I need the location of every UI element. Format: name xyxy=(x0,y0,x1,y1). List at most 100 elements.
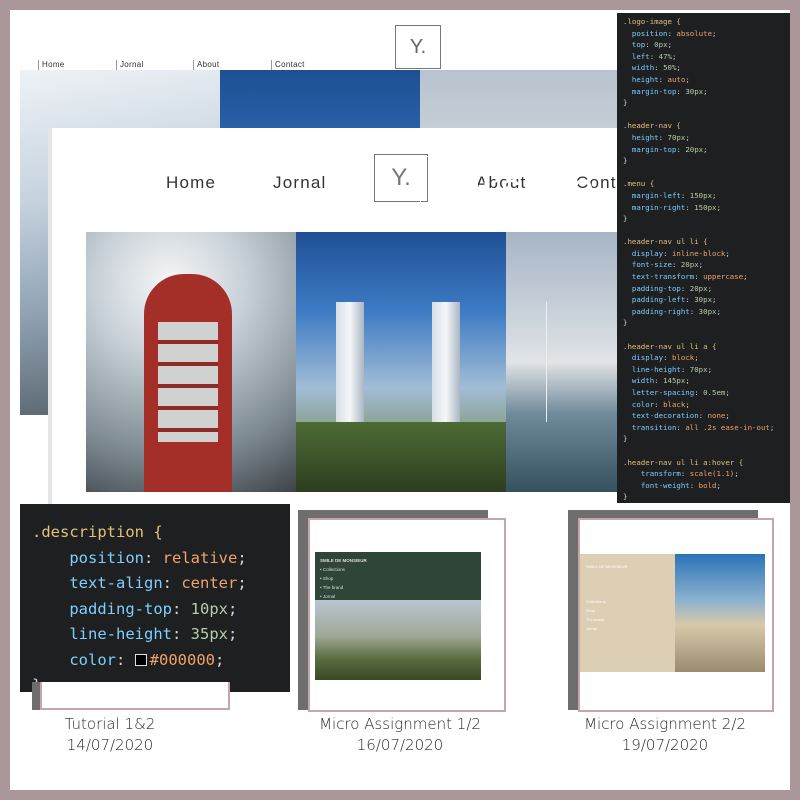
code-semicolon: ; xyxy=(685,399,690,409)
code-line: } xyxy=(623,213,784,225)
tutorial-thumbnail[interactable] xyxy=(40,682,230,710)
code-value: absolute xyxy=(676,28,713,38)
code-colon: : xyxy=(671,260,681,270)
code-value: scale(1.1) xyxy=(689,469,735,479)
nav-jornal[interactable]: Jornal xyxy=(273,173,327,193)
micro-assignment-1-thumbnail[interactable]: SMILE DE MONSIEUR • Collections • Shop •… xyxy=(308,518,506,712)
code-line: width: 145px; xyxy=(623,375,784,387)
code-selector: .header-nav ul li a:hover { xyxy=(623,457,744,467)
thumb3-menu-item: Jornal xyxy=(586,626,597,631)
code-property: position xyxy=(69,548,144,567)
css-code-panel-description: .description { position: relative; text-… xyxy=(20,504,290,694)
code-value: center xyxy=(181,574,238,592)
code-colon: : xyxy=(676,86,686,96)
code-line: transition: all .2s ease-in-out; xyxy=(623,422,784,434)
code-line: margin-top: 20px; xyxy=(623,144,784,156)
code-line: margin-top: 30px; xyxy=(623,86,784,98)
code-semicolon: ; xyxy=(716,480,721,490)
code-property: position xyxy=(631,28,668,38)
tutorial-thumb-shadow xyxy=(32,682,40,710)
code-line: text-align: center; xyxy=(32,571,278,597)
code-value: black xyxy=(663,399,686,409)
back-nav-home[interactable]: Home xyxy=(38,60,65,70)
code-line: font-size: 20px; xyxy=(623,259,784,271)
nav-home[interactable]: Home xyxy=(166,173,216,193)
code-colon: : xyxy=(654,63,664,73)
code-line: .logo-image { xyxy=(623,16,784,28)
code-line: .header-nav ul li a { xyxy=(623,341,784,353)
code-property: margin-left xyxy=(631,190,681,200)
code-value: 30px xyxy=(685,86,704,96)
code-selector: .menu { xyxy=(623,179,655,189)
code-colon: : xyxy=(680,283,690,293)
code-semicolon: ; xyxy=(667,40,672,50)
code-property: font-weight xyxy=(640,480,690,490)
code-property: width xyxy=(631,63,655,73)
thumb2-menu: SMILE DE MONSIEUR • Collections • Shop •… xyxy=(320,556,367,601)
code-value: none xyxy=(707,411,726,421)
code-line: color: black; xyxy=(623,399,784,411)
code-property: height xyxy=(631,132,659,142)
back-nav-about[interactable]: About xyxy=(193,60,219,70)
code-semicolon: ; xyxy=(694,353,699,363)
back-nav-jornal[interactable]: Jornal xyxy=(116,60,144,70)
code-brace: } xyxy=(623,318,628,328)
caption-date: 16/07/2020 xyxy=(356,736,444,754)
code-value: inline-block xyxy=(671,248,726,258)
code-line: width: 50%; xyxy=(623,62,784,74)
back-nav-contact[interactable]: Contact xyxy=(271,60,305,70)
micro-assignment-2-thumbnail[interactable]: SMILE DE MONSIEUR Collections Shop The b… xyxy=(578,518,774,712)
code-line: .description { xyxy=(32,520,278,546)
code-colon: : xyxy=(689,306,699,316)
caption-micro-2: Micro Assignment 2/2 19/07/2020 xyxy=(565,714,765,756)
code-colon: : xyxy=(645,40,655,50)
code-line: color: #000000; xyxy=(32,648,278,674)
code-colon: : xyxy=(143,548,163,567)
code-line: height: auto; xyxy=(623,74,784,86)
thumb2-menu-item: • Jornal xyxy=(320,594,336,599)
code-line: .header-nav ul li a:hover { xyxy=(623,457,784,469)
code-selector: .header-nav ul li a { xyxy=(623,341,717,351)
code-line: position: relative; xyxy=(32,546,278,572)
trees xyxy=(296,422,506,492)
code-brace: } xyxy=(623,492,628,502)
thumb3-menu-item: Shop xyxy=(586,608,596,613)
code-colon: : xyxy=(171,625,191,643)
back-logo: Y. xyxy=(395,25,441,69)
code-value: bold xyxy=(698,480,717,490)
thumb2-menu-item: • Shop xyxy=(320,576,334,581)
caption-tutorial: Tutorial 1&2 14/07/2020 xyxy=(30,714,190,756)
code-colon: : xyxy=(689,480,699,490)
code-line: padding-top: 20px; xyxy=(623,283,784,295)
code-line: } xyxy=(623,491,784,503)
code-semicolon: ; xyxy=(734,469,739,479)
code-line: top: 0px; xyxy=(623,39,784,51)
code-colon: : xyxy=(694,272,704,282)
code-value: 30px xyxy=(698,306,717,316)
code-value: 47% xyxy=(658,51,672,61)
code-line: margin-left: 150px; xyxy=(623,190,784,202)
code-line: .menu { xyxy=(623,178,784,190)
code-semicolon: ; xyxy=(215,650,225,669)
hero-photo-towers xyxy=(296,232,506,492)
code-line: position: absolute; xyxy=(623,28,784,40)
code-semicolon: ; xyxy=(707,283,713,293)
code-value: 145px xyxy=(663,376,686,386)
code-line: } xyxy=(623,97,784,109)
code-colon: : xyxy=(680,469,690,479)
thumb2-menu-item: • The brand xyxy=(320,585,344,590)
code-property: margin-right xyxy=(631,202,686,212)
caption-title: Micro Assignment 2/2 xyxy=(584,715,746,733)
code-semicolon: ; xyxy=(703,144,708,154)
code-line: line-height: 35px; xyxy=(32,622,278,648)
code-value: 20px xyxy=(689,283,708,293)
